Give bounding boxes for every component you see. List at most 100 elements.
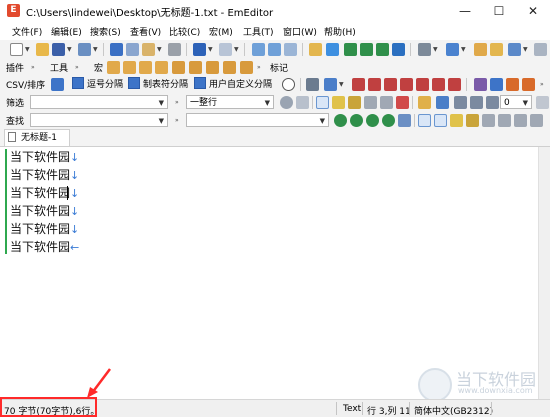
find-in-files-icon[interactable]	[309, 43, 322, 56]
status-encoding[interactable]: 简体中文(GB2312)	[414, 404, 493, 417]
chevron-down-icon[interactable]: ▼	[523, 46, 528, 53]
menu-file[interactable]: 文件(F)	[12, 25, 42, 38]
search-icon[interactable]	[316, 96, 329, 109]
split-horizontal-icon[interactable]	[360, 43, 373, 56]
search-icon[interactable]	[418, 114, 431, 127]
close-button[interactable]: ✕	[516, 0, 550, 22]
editor-line[interactable]: 当下软件园↓	[10, 220, 79, 239]
chevron-down-icon[interactable]: ▼	[234, 46, 239, 53]
split-vertical-icon[interactable]	[376, 43, 389, 56]
multiline-icon[interactable]	[514, 114, 527, 127]
chevron-down-icon[interactable]: ▼	[265, 96, 270, 110]
clear-filter-icon[interactable]	[296, 96, 309, 109]
split-window-icon[interactable]	[344, 43, 357, 56]
select-macro-icon[interactable]	[172, 61, 185, 74]
chevron-down-icon[interactable]: ▼	[433, 46, 438, 53]
chevron-down-icon[interactable]: ▼	[157, 46, 162, 53]
replace-all-icon[interactable]	[382, 114, 395, 127]
chevron-down-icon[interactable]: ▼	[320, 114, 325, 128]
menu-tools[interactable]: 工具(T)	[243, 25, 274, 38]
menu-help[interactable]: 帮助(H)	[324, 25, 356, 38]
macro-folder-icon[interactable]	[206, 61, 219, 74]
find-next-icon[interactable]	[268, 43, 281, 56]
replace-icon[interactable]	[284, 43, 297, 56]
record-macro-icon[interactable]	[107, 61, 120, 74]
menu-edit[interactable]: 编辑(E)	[51, 25, 82, 38]
more-icon[interactable]	[530, 114, 543, 127]
word-wrap-icon[interactable]	[418, 43, 431, 56]
table-icon[interactable]	[490, 78, 503, 91]
sort-numeric-descending-icon[interactable]	[400, 78, 413, 91]
find-input[interactable]: ▼	[30, 113, 168, 127]
new-file-icon[interactable]	[10, 43, 23, 56]
filter-input[interactable]: ▼	[30, 95, 168, 109]
sort-ascending-icon[interactable]	[352, 78, 365, 91]
more-icon[interactable]	[536, 96, 549, 109]
minimize-button[interactable]: —	[448, 0, 482, 22]
chevron-down-icon[interactable]: »	[175, 99, 179, 106]
spell-check-icon[interactable]	[474, 78, 487, 91]
print-icon[interactable]	[78, 43, 91, 56]
replace-input[interactable]: ▼	[186, 113, 329, 127]
emeditor-app-icon[interactable]: E	[7, 4, 20, 17]
filter-icon[interactable]	[326, 43, 339, 56]
whole-word-icon[interactable]	[348, 96, 361, 109]
chevron-down-icon[interactable]: ▼	[523, 96, 528, 110]
vertical-scrollbar[interactable]	[538, 147, 550, 399]
plugins-label[interactable]: 插件	[6, 61, 24, 74]
editor-line[interactable]: 当下软件园←	[10, 238, 79, 257]
escape-sequence-icon[interactable]	[364, 96, 377, 109]
negative-icon[interactable]	[396, 96, 409, 109]
plugin-icon[interactable]	[490, 43, 503, 56]
column-tools-icon[interactable]	[306, 78, 319, 91]
chevron-down-icon[interactable]: ▼	[159, 96, 164, 110]
remove-duplicates-icon[interactable]	[506, 78, 519, 91]
line-mode-select[interactable]: 一整行 ▼	[186, 95, 274, 109]
status-mode[interactable]: Text	[343, 404, 361, 414]
sort-descending-icon[interactable]	[368, 78, 381, 91]
run-macro-icon[interactable]	[123, 61, 136, 74]
macro-options-icon[interactable]	[139, 61, 152, 74]
chevron-down-icon[interactable]: »	[257, 64, 261, 71]
chevron-down-icon[interactable]: ▼	[208, 46, 213, 53]
crosshair-icon[interactable]	[282, 78, 295, 91]
find-all-icon[interactable]	[366, 114, 379, 127]
csv-mode-icon[interactable]	[51, 78, 64, 91]
lines-before-icon[interactable]	[486, 96, 499, 109]
settings-icon[interactable]	[508, 43, 521, 56]
more-icon[interactable]	[534, 43, 547, 56]
chevron-down-icon[interactable]: »	[31, 64, 35, 71]
highlight-icon[interactable]	[434, 114, 447, 127]
text-editor[interactable]	[0, 147, 538, 399]
status-cursor-position[interactable]: 行 3,列 11	[367, 404, 411, 417]
chevron-down-icon[interactable]: ▼	[339, 81, 344, 88]
find-in-selection-icon[interactable]	[398, 114, 411, 127]
save-icon[interactable]	[52, 43, 65, 56]
chevron-down-icon[interactable]: »	[75, 64, 79, 71]
columns-icon[interactable]	[324, 78, 337, 91]
find-previous-icon[interactable]	[334, 114, 347, 127]
match-case-icon[interactable]	[332, 96, 345, 109]
macro-customize-icon[interactable]	[189, 61, 202, 74]
chevron-down-icon[interactable]: »	[175, 117, 179, 124]
number-icon[interactable]	[454, 96, 467, 109]
bookmark-icon[interactable]	[418, 96, 431, 109]
undo-icon[interactable]	[193, 43, 206, 56]
copy-icon[interactable]	[126, 43, 139, 56]
chevron-down-icon[interactable]: ▼	[93, 46, 98, 53]
cut-icon[interactable]	[110, 43, 123, 56]
escape-sequence-icon[interactable]	[482, 114, 495, 127]
menu-window[interactable]: 窗口(W)	[283, 25, 317, 38]
delete-icon[interactable]	[168, 43, 181, 56]
regex-icon[interactable]	[498, 114, 511, 127]
chevron-down-icon[interactable]: ▼	[25, 46, 30, 53]
menu-macro[interactable]: 宏(M)	[209, 25, 233, 38]
paste-icon[interactable]	[142, 43, 155, 56]
encoding-icon[interactable]	[446, 43, 459, 56]
delete-empty-lines-icon[interactable]	[522, 78, 535, 91]
chevron-down-icon[interactable]: »	[540, 81, 544, 88]
outline-icon[interactable]	[392, 43, 405, 56]
menu-compare[interactable]: 比较(C)	[169, 25, 200, 38]
sort-numeric-ascending-icon[interactable]	[384, 78, 397, 91]
find-next-icon[interactable]	[350, 114, 363, 127]
